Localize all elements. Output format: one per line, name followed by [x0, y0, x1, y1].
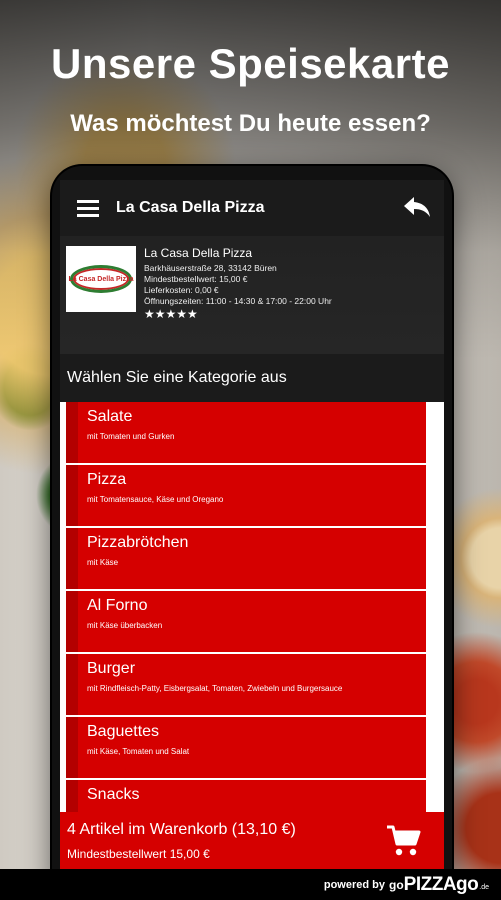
category-item-baguettes[interactable]: Baguettes mit Käse, Tomaten und Salat: [78, 717, 426, 778]
category-title: Baguettes: [87, 723, 160, 740]
cart-bar[interactable]: 4 Artikel im Warenkorb (13,10 €) Mindest…: [60, 812, 444, 870]
powered-by-footer: powered by go PIZZAgo .de: [0, 869, 501, 900]
phone-frame: La Casa Della Pizza La Casa Della Pizza …: [52, 166, 452, 886]
category-description: mit Tomatensauce, Käse und Oregano: [87, 495, 224, 504]
category-title: Burger: [87, 660, 136, 677]
logo-oval: La Casa Della Pizza: [68, 265, 134, 293]
restaurant-info: La Casa Della Pizza La Casa Della Pizza …: [60, 236, 444, 354]
restaurant-delivery-cost: Lieferkosten: 0,00 €: [144, 285, 219, 295]
restaurant-logo: La Casa Della Pizza: [66, 246, 136, 312]
category-description: mit Käse, Tomaten und Salat: [87, 747, 190, 756]
category-description: mit Tomaten und Gurken: [87, 432, 175, 441]
restaurant-details: La Casa Della Pizza Barkhäuserstraße 28,…: [144, 246, 332, 321]
category-item-pizzabroetchen[interactable]: Pizzabrötchen mit Käse: [78, 528, 426, 589]
app-title: La Casa Della Pizza: [116, 199, 265, 216]
rating-stars: ★★★★★: [144, 307, 198, 321]
category-prompt: Wählen Sie eine Kategorie aus: [60, 354, 444, 402]
promo-headline: Unsere Speisekarte: [51, 40, 450, 87]
category-list[interactable]: Salate mit Tomaten und Gurken Pizza mit …: [60, 402, 444, 822]
category-title: Al Forno: [87, 597, 148, 614]
category-item-salate[interactable]: Salate mit Tomaten und Gurken: [78, 402, 426, 463]
pizzago-logo: PIZZAgo: [403, 873, 479, 895]
category-title: Pizzabrötchen: [87, 534, 189, 551]
category-description: mit Rindfleisch-Patty, Eisbergsalat, Tom…: [87, 684, 343, 693]
restaurant-min-order: Mindestbestellwert: 15,00 €: [144, 274, 248, 284]
cart-summary: 4 Artikel im Warenkorb (13,10 €): [67, 821, 296, 838]
pizzago-tld: .de: [479, 884, 489, 891]
restaurant-opening-hours: Öffnungszeiten: 11:00 - 14:30 & 17:00 - …: [144, 296, 332, 306]
category-title: Pizza: [87, 471, 127, 488]
category-description: mit Käse überbacken: [87, 621, 163, 630]
category-description: mit Käse: [87, 558, 119, 567]
powered-by-label: powered by: [323, 878, 385, 891]
restaurant-address: Barkhäuserstraße 28, 33142 Büren: [144, 263, 277, 273]
hamburger-icon[interactable]: [77, 200, 99, 217]
category-title: Salate: [87, 408, 133, 425]
powered-by-go: go: [388, 877, 404, 892]
category-item-burger[interactable]: Burger mit Rindfleisch-Patty, Eisbergsal…: [78, 654, 426, 715]
app-screen: La Casa Della Pizza La Casa Della Pizza …: [60, 180, 444, 886]
app-bar: La Casa Della Pizza: [60, 180, 444, 236]
shopping-cart-icon[interactable]: [386, 824, 422, 858]
logo-text: La Casa Della Pizza: [68, 275, 134, 283]
category-item-pizza[interactable]: Pizza mit Tomatensauce, Käse und Oregano: [78, 465, 426, 526]
restaurant-name: La Casa Della Pizza: [144, 246, 253, 260]
category-title: Snacks: [87, 786, 140, 803]
promo-subline: Was möchtest Du heute essen?: [70, 110, 431, 137]
cart-min-order: Mindestbestellwert 15,00 €: [67, 847, 210, 861]
reply-arrow-icon[interactable]: [402, 194, 432, 220]
category-item-al-forno[interactable]: Al Forno mit Käse überbacken: [78, 591, 426, 652]
